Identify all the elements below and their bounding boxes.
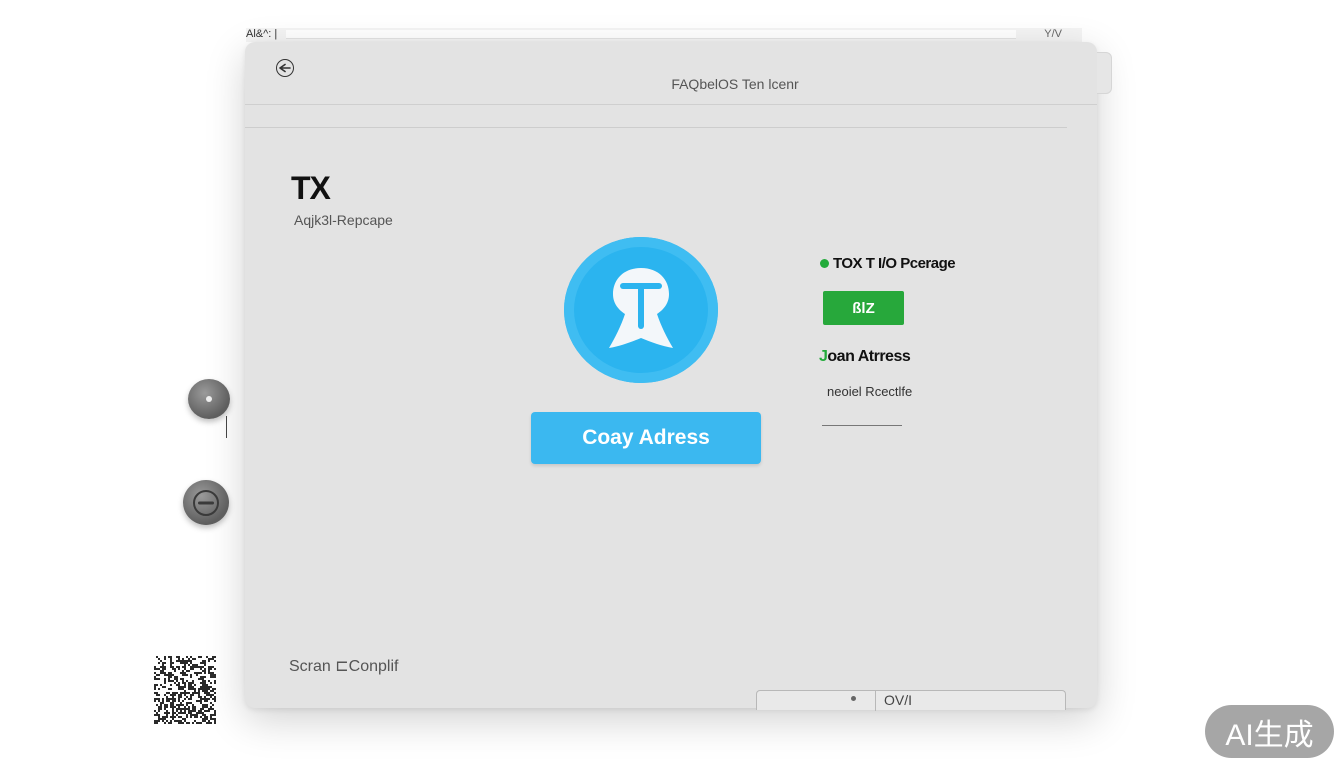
title-bar-extension: [1097, 52, 1112, 94]
ai-watermark-badge: AI生成: [1205, 705, 1334, 758]
field-separator: [875, 691, 876, 711]
scan-address-title: Joan Atrress: [819, 348, 911, 366]
scan-title-rest: oan Atrress: [827, 348, 911, 365]
header-divider: [245, 127, 1067, 128]
page-subheading: Aqjk3l-Repcape: [294, 212, 393, 228]
info-title: TOX T I/O Pcerage: [820, 255, 956, 272]
scan-underline: [822, 425, 902, 426]
tx-logo-icon: [609, 268, 673, 348]
status-dot-icon: [820, 259, 829, 268]
app-window: FAQbelOS Ten lcenr TX Aqjk3l-Repcape Coa…: [245, 42, 1112, 711]
back-arrow-icon: [279, 63, 291, 73]
field-ok-button[interactable]: OV/I: [884, 692, 912, 708]
side-disc-button[interactable]: [188, 379, 230, 419]
disc-icon: [206, 396, 212, 402]
minus-icon: [193, 489, 219, 516]
side-minus-button[interactable]: [183, 480, 229, 525]
page-heading: TX: [291, 170, 331, 206]
tx-logo: [564, 237, 718, 383]
footer-label: Scran ⊏Conplif: [289, 658, 399, 675]
back-button[interactable]: [276, 59, 294, 77]
qr-code-icon: [154, 656, 216, 724]
title-bar: FAQbelOS Ten lcenr: [245, 42, 1097, 105]
info-title-text: TOX T I/O Pcerage: [833, 255, 956, 272]
top-strip-left-text: Al&^: |: [246, 28, 278, 40]
amount-badge: ßlZ: [823, 291, 904, 325]
side-connector-line: [226, 416, 227, 438]
scan-subtitle: neoiel Rcectlfe: [827, 384, 913, 399]
top-strip-right-text: Y/V: [1044, 28, 1062, 40]
address-bar[interactable]: [286, 30, 1016, 39]
field-dot-icon: [851, 696, 856, 701]
copy-address-button[interactable]: Coay Adress: [531, 412, 761, 464]
top-strip: Al&^: | Y/V: [246, 28, 1082, 42]
footer-field[interactable]: OV/I: [756, 690, 1066, 711]
window-title: FAQbelOS Ten lcenr: [671, 76, 799, 92]
